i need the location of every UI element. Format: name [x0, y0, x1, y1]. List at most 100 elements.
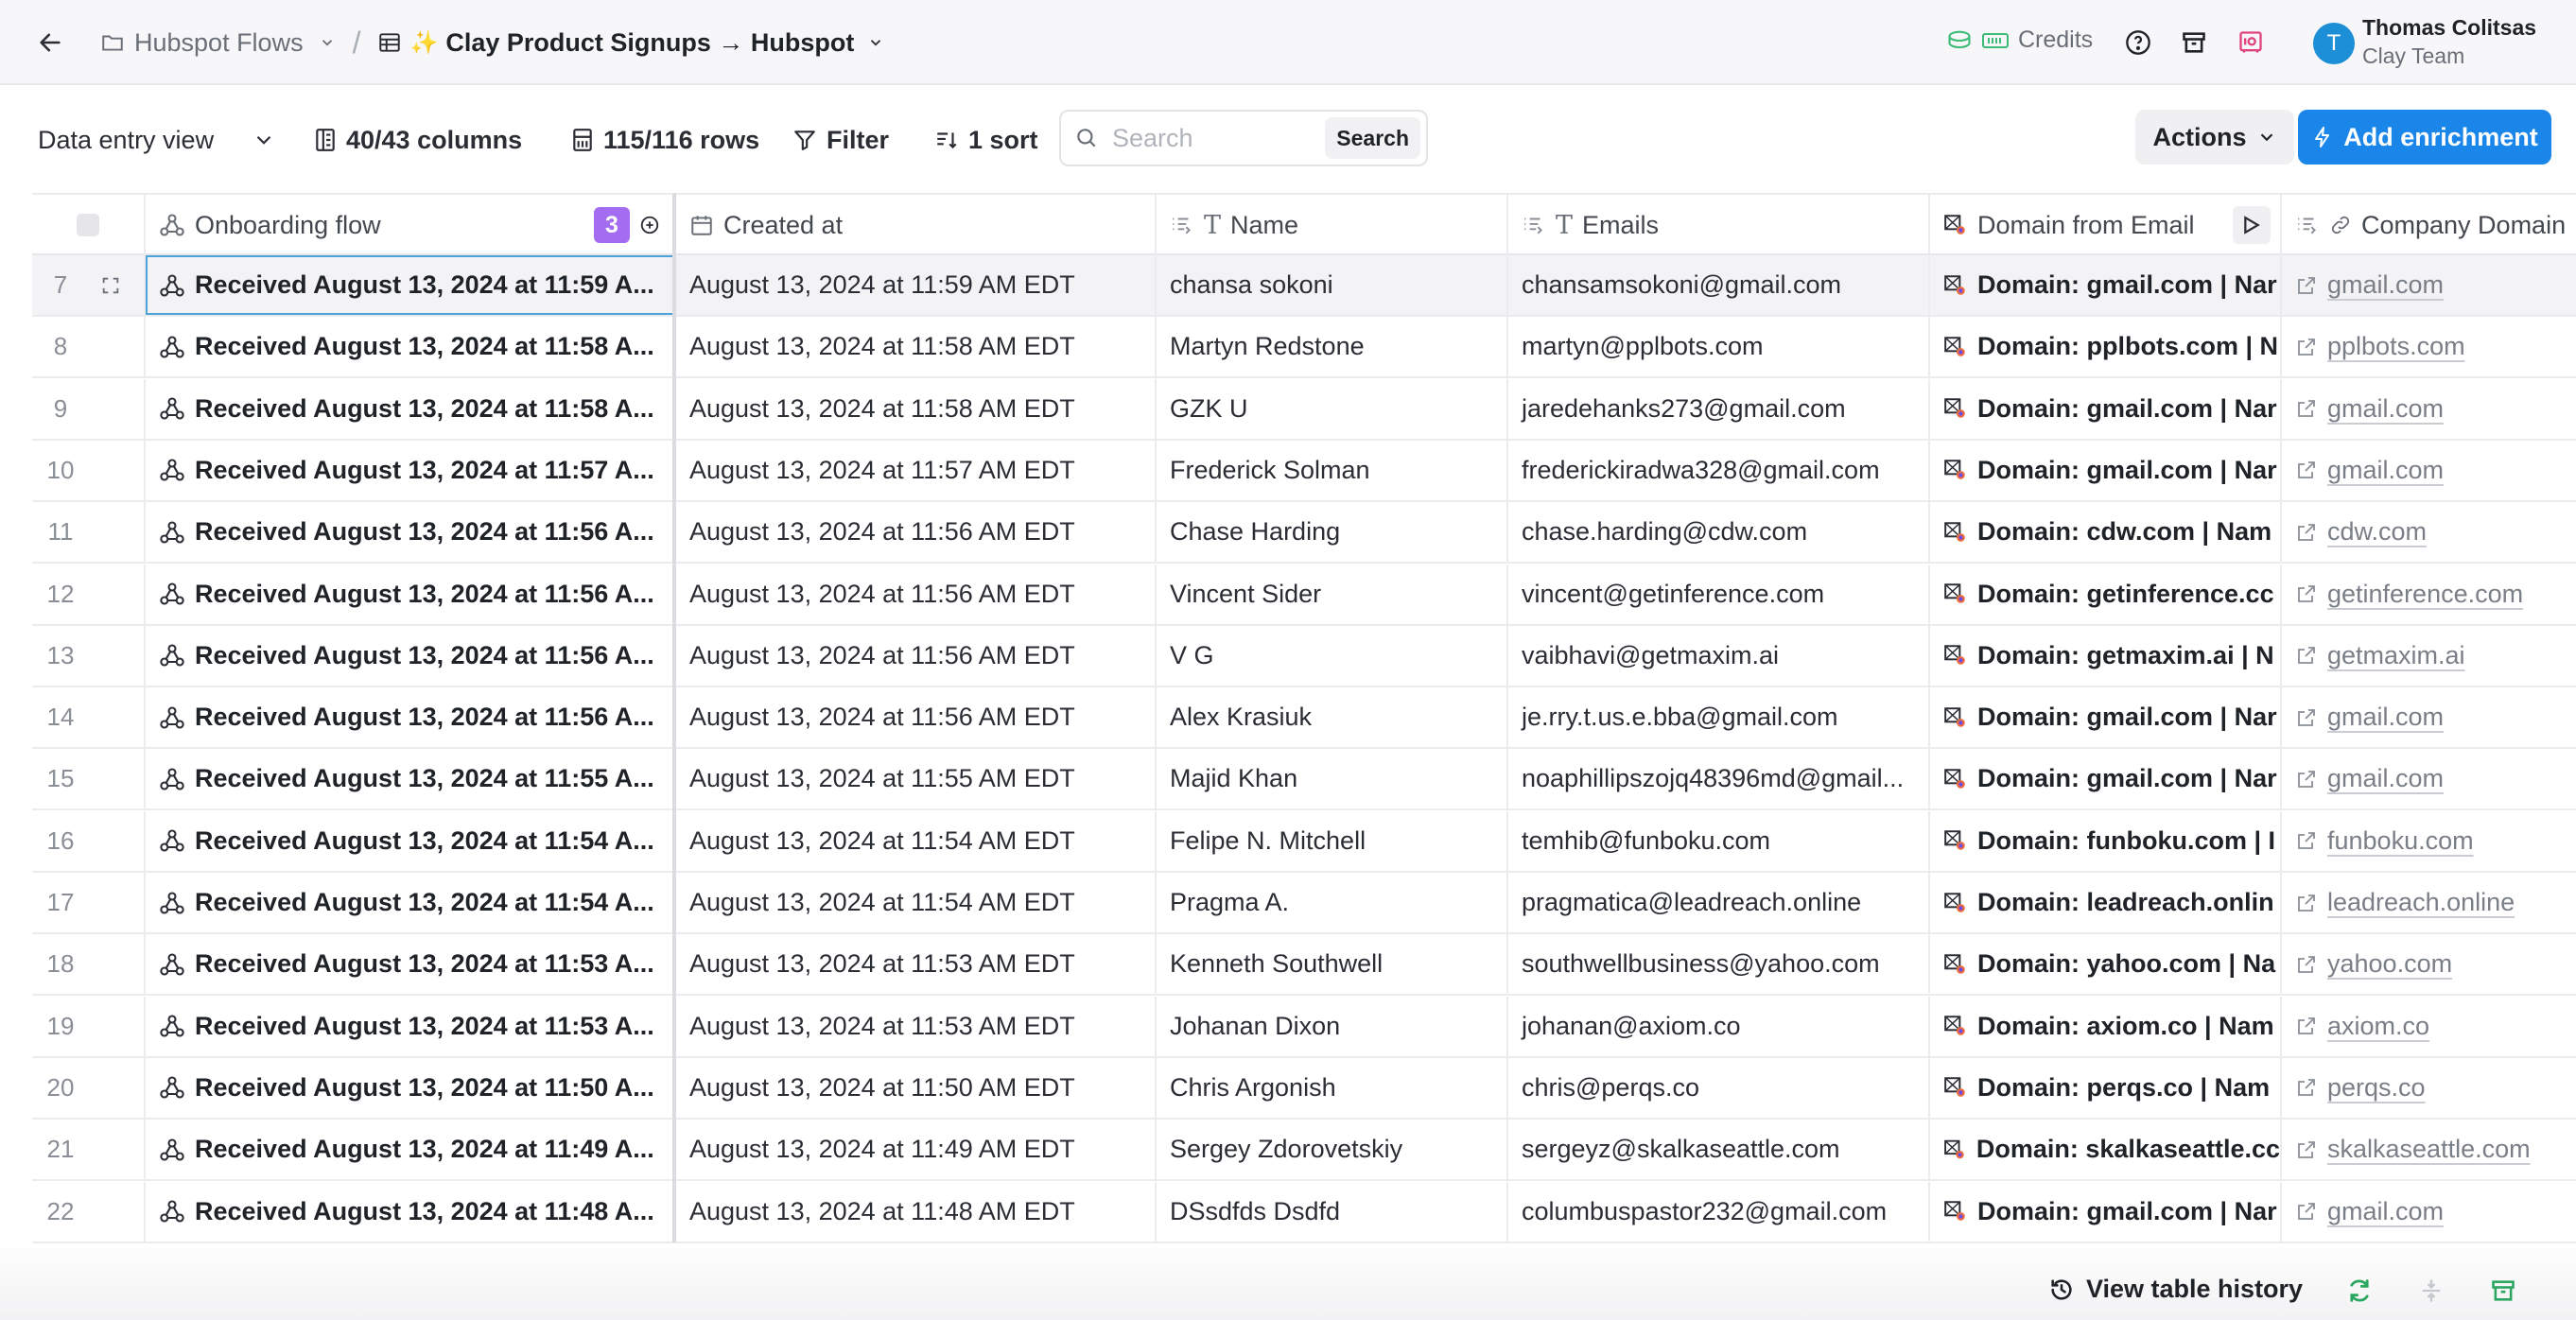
external-link-icon[interactable] [2295, 829, 2318, 852]
cell-domain-from-email[interactable]: Domain: gmail.com | Nar [1930, 440, 2282, 500]
cell-onboarding-flow[interactable]: Received August 13, 2024 at 11:57 A... [146, 440, 675, 500]
external-link-icon[interactable] [2295, 1138, 2318, 1161]
company-domain-link[interactable]: gmail.com [2327, 764, 2444, 793]
table-row[interactable]: 13 Received August 13, 2024 at 11:56 A...… [32, 625, 2576, 687]
breadcrumb-table[interactable]: ✨ Clay Product Signups → Hubspot [377, 28, 884, 58]
avatar[interactable]: T [2313, 23, 2355, 64]
cell-company-domain[interactable]: yahoo.com [2282, 934, 2576, 994]
cell-email[interactable]: je.rry.t.us.e.bba@gmail.com [1508, 687, 1930, 748]
actions-button[interactable]: Actions [2135, 110, 2294, 165]
search-button[interactable]: Search [1325, 117, 1420, 159]
cell-company-domain[interactable]: getinference.com [2282, 564, 2576, 624]
cell-name[interactable]: Sergey Zdorovetskiy [1157, 1120, 1508, 1180]
cell-domain-from-email[interactable]: Domain: gmail.com | Nar [1930, 255, 2282, 315]
cell-company-domain[interactable]: perqs.co [2282, 1058, 2576, 1118]
external-link-icon[interactable] [2295, 644, 2318, 667]
expand-row-cell[interactable] [89, 564, 146, 624]
table-row[interactable]: 15 Received August 13, 2024 at 11:55 A...… [32, 749, 2576, 811]
filter-button[interactable]: Filter [792, 121, 889, 159]
column-header-company-domain[interactable]: Company Domain [2282, 195, 2576, 255]
frozen-column-divider[interactable] [672, 193, 676, 1242]
cell-onboarding-flow[interactable]: Received August 13, 2024 at 11:54 A... [146, 810, 675, 871]
cell-created-at[interactable]: August 13, 2024 at 11:50 AM EDT [676, 1057, 1157, 1118]
cell-domain-from-email[interactable]: Domain: gmail.com | Nar [1930, 378, 2282, 439]
cell-company-domain[interactable]: gmail.com [2282, 379, 2576, 439]
column-count-badge[interactable]: 3 [594, 207, 630, 243]
search-input[interactable] [1112, 123, 1311, 153]
external-link-icon[interactable] [2295, 1200, 2318, 1223]
column-header-name[interactable]: T Name [1157, 195, 1508, 255]
cell-email[interactable]: chansamsokoni@gmail.com [1508, 255, 1930, 315]
external-link-icon[interactable] [2295, 336, 2318, 358]
table-row[interactable]: 17 Received August 13, 2024 at 11:54 A...… [32, 873, 2576, 934]
cell-email[interactable]: vincent@getinference.com [1508, 564, 1930, 624]
cell-name[interactable]: GZK U [1157, 378, 1508, 439]
cell-domain-from-email[interactable]: Domain: gmail.com | Nar [1930, 687, 2282, 748]
cell-domain-from-email[interactable]: Domain: getinference.cc [1930, 564, 2282, 624]
vault-button[interactable] [2235, 26, 2267, 59]
external-link-icon[interactable] [2295, 1015, 2318, 1037]
company-domain-link[interactable]: getmaxim.ai [2327, 641, 2465, 670]
select-all-checkbox[interactable] [77, 214, 99, 236]
expand-row-cell[interactable] [89, 996, 146, 1056]
company-domain-link[interactable]: getinference.com [2327, 580, 2523, 609]
external-link-icon[interactable] [2295, 706, 2318, 729]
add-circle-icon[interactable] [639, 215, 660, 235]
cell-name[interactable]: V G [1157, 625, 1508, 686]
external-link-icon[interactable] [2295, 274, 2318, 297]
cell-domain-from-email[interactable]: Domain: cdw.com | Nam [1930, 502, 2282, 563]
rows-button[interactable]: 115/116 rows [571, 121, 759, 159]
table-row[interactable]: 21 Received August 13, 2024 at 11:49 A...… [32, 1120, 2576, 1182]
cell-name[interactable]: Johanan Dixon [1157, 996, 1508, 1056]
cell-onboarding-flow[interactable]: Received August 13, 2024 at 11:48 A... [146, 1181, 675, 1242]
cell-email[interactable]: temhib@funboku.com [1508, 810, 1930, 871]
external-link-icon[interactable] [2295, 768, 2318, 790]
table-row[interactable]: 9 Received August 13, 2024 at 11:58 A... A… [32, 378, 2576, 441]
company-domain-link[interactable]: skalkaseattle.com [2327, 1135, 2531, 1164]
company-domain-link[interactable]: leadreach.online [2327, 888, 2515, 917]
cell-onboarding-flow[interactable]: Received August 13, 2024 at 11:59 A... [146, 255, 675, 315]
cell-created-at[interactable]: August 13, 2024 at 11:58 AM EDT [676, 378, 1157, 439]
expand-row-cell[interactable] [89, 378, 146, 439]
back-button[interactable] [34, 26, 66, 59]
cell-company-domain[interactable]: pplbots.com [2282, 317, 2576, 376]
expand-row-cell[interactable] [89, 1181, 146, 1242]
table-row[interactable]: 19 Received August 13, 2024 at 11:53 A...… [32, 996, 2576, 1058]
cell-onboarding-flow[interactable]: Received August 13, 2024 at 11:58 A... [146, 378, 675, 439]
company-domain-link[interactable]: cdw.com [2327, 517, 2427, 547]
cell-email[interactable]: chase.harding@cdw.com [1508, 502, 1930, 563]
cell-domain-from-email[interactable]: Domain: skalkaseattle.cc [1930, 1120, 2282, 1180]
cell-created-at[interactable]: August 13, 2024 at 11:53 AM EDT [676, 996, 1157, 1056]
cell-created-at[interactable]: August 13, 2024 at 11:58 AM EDT [676, 317, 1157, 377]
cell-onboarding-flow[interactable]: Received August 13, 2024 at 11:56 A... [146, 564, 675, 624]
cell-email[interactable]: southwellbusiness@yahoo.com [1508, 934, 1930, 995]
column-header-onboarding-flow[interactable]: Onboarding flow 3 [146, 195, 675, 255]
table-row[interactable]: 16 Received August 13, 2024 at 11:54 A...… [32, 810, 2576, 873]
table-row[interactable]: 8 Received August 13, 2024 at 11:58 A... A… [32, 317, 2576, 379]
cell-onboarding-flow[interactable]: Received August 13, 2024 at 11:56 A... [146, 502, 675, 563]
expand-row-cell[interactable] [89, 749, 146, 809]
cell-company-domain[interactable]: axiom.co [2282, 997, 2576, 1056]
expand-row-cell[interactable] [89, 440, 146, 500]
expand-row-cell[interactable] [89, 1120, 146, 1180]
cell-created-at[interactable]: August 13, 2024 at 11:57 AM EDT [676, 440, 1157, 500]
cell-company-domain[interactable]: gmail.com [2282, 749, 2576, 808]
columns-button[interactable]: 40/43 columns [314, 121, 522, 159]
cell-created-at[interactable]: August 13, 2024 at 11:56 AM EDT [676, 687, 1157, 748]
help-button[interactable] [2122, 26, 2154, 59]
view-table-history-button[interactable]: View table history [2048, 1275, 2303, 1304]
external-link-icon[interactable] [2295, 397, 2318, 420]
cell-company-domain[interactable]: getmaxim.ai [2282, 626, 2576, 686]
cell-onboarding-flow[interactable]: Received August 13, 2024 at 11:53 A... [146, 934, 675, 995]
cell-domain-from-email[interactable]: Domain: yahoo.com | Na [1930, 934, 2282, 995]
cell-created-at[interactable]: August 13, 2024 at 11:56 AM EDT [676, 564, 1157, 624]
cell-created-at[interactable]: August 13, 2024 at 11:54 AM EDT [676, 810, 1157, 871]
archive-button[interactable] [2178, 26, 2210, 59]
external-link-icon[interactable] [2295, 953, 2318, 976]
cell-company-domain[interactable]: leadreach.online [2282, 873, 2576, 932]
cell-email[interactable]: columbuspastor232@gmail.com [1508, 1181, 1930, 1242]
run-column-button[interactable] [2233, 206, 2271, 244]
cell-email[interactable]: martyn@pplbots.com [1508, 317, 1930, 377]
expand-row-cell[interactable] [89, 625, 146, 686]
cell-created-at[interactable]: August 13, 2024 at 11:56 AM EDT [676, 502, 1157, 563]
